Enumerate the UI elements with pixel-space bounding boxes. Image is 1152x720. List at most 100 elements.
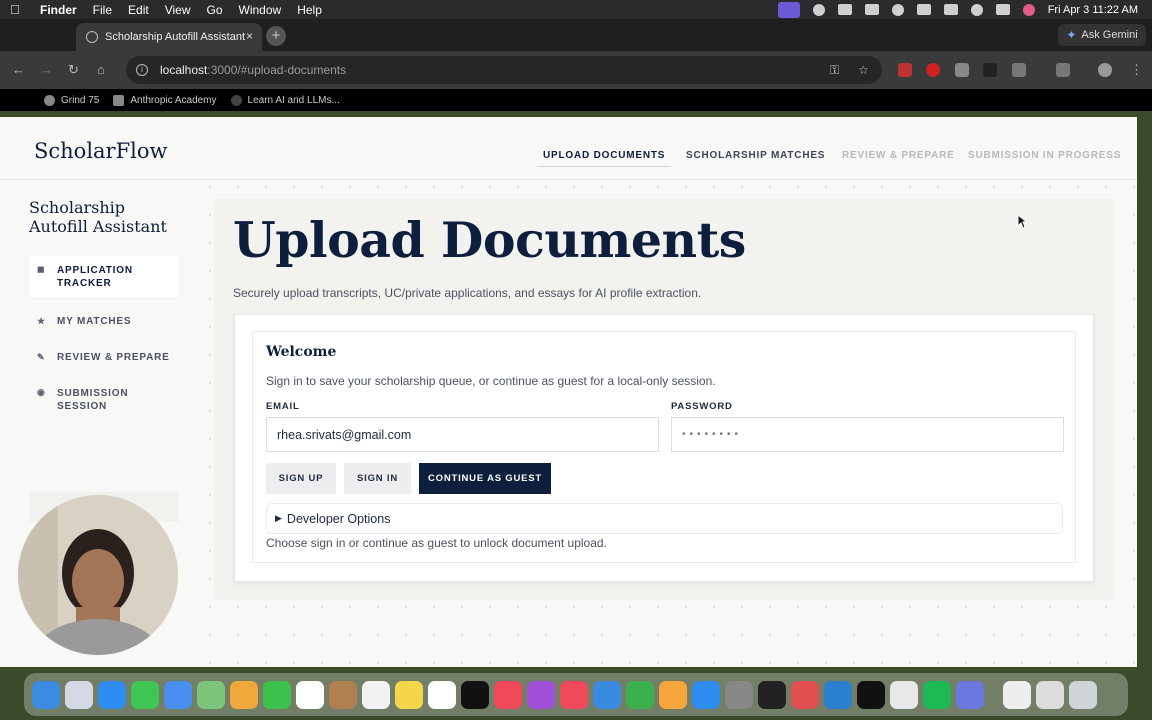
menubar-view[interactable]: View xyxy=(165,3,191,17)
address-bar[interactable]: i localhost:3000/#upload-documents ⚿ ☆ xyxy=(126,56,882,84)
nav-review-prepare[interactable]: REVIEW & PREPARE xyxy=(842,150,955,161)
apple-menu-icon[interactable]:  xyxy=(10,2,24,17)
password-key-icon[interactable]: ⚿ xyxy=(830,63,839,78)
sidebar-item-submission-session[interactable]: ◉ SUBMISSION SESSION xyxy=(29,379,179,421)
cloud-icon[interactable] xyxy=(837,4,852,15)
new-tab-button[interactable]: + xyxy=(266,26,286,46)
menubar-edit[interactable]: Edit xyxy=(128,3,149,17)
ask-gemini-label: Ask Gemini xyxy=(1081,29,1138,41)
keynote-dock-icon[interactable] xyxy=(593,680,621,709)
facetime-dock-icon[interactable] xyxy=(263,680,291,709)
menubar-window[interactable]: Window xyxy=(239,3,282,17)
developer-options-toggle[interactable]: ▶ Developer Options xyxy=(266,503,1063,534)
sidebar-item-label: REVIEW & PREPARE xyxy=(57,352,170,363)
home-icon[interactable]: ⌂ xyxy=(97,62,105,77)
chrome-dock-icon[interactable] xyxy=(890,680,918,709)
downloads-stack-dock-icon[interactable] xyxy=(1036,680,1064,709)
app-store-dock-icon[interactable] xyxy=(692,680,720,709)
battery-icon[interactable] xyxy=(916,4,931,15)
contacts-dock-icon[interactable] xyxy=(329,680,357,709)
bookmark-grind75[interactable]: Grind 75 xyxy=(44,94,99,106)
terminal-dock-icon[interactable] xyxy=(857,680,885,709)
system-settings-dock-icon[interactable] xyxy=(725,680,753,709)
nav-submission-in-progress[interactable]: SUBMISSION IN PROGRESS xyxy=(968,150,1121,161)
podcasts-dock-icon[interactable] xyxy=(527,680,555,709)
discord-dock-icon[interactable] xyxy=(956,680,984,709)
nav-upload-documents[interactable]: UPLOAD DOCUMENTS xyxy=(536,150,672,167)
finder-dock-icon[interactable] xyxy=(32,680,60,709)
sidebar-item-my-matches[interactable]: ★ MY MATCHES xyxy=(29,308,179,335)
freeform-dock-icon[interactable] xyxy=(428,680,456,709)
screen-recording-icon[interactable] xyxy=(777,1,800,18)
email-field[interactable]: rhea.srivats@gmail.com xyxy=(266,417,659,452)
back-arrow-icon[interactable]: ← xyxy=(12,62,25,77)
page-subtitle: Securely upload transcripts, UC/private … xyxy=(233,286,702,300)
wifi-icon[interactable] xyxy=(943,4,958,15)
menubar-app-name[interactable]: Finder xyxy=(40,3,77,17)
sidebar-item-application-tracker[interactable]: ◼ APPLICATION TRACKER xyxy=(29,256,179,298)
bookmark-learn-ai[interactable]: Learn AI and LLMs... xyxy=(230,94,340,106)
menubar-help[interactable]: Help xyxy=(297,3,322,17)
control-center-icon[interactable] xyxy=(995,4,1010,15)
menubar-clock[interactable]: Fri Apr 3 11:22 AM xyxy=(1048,4,1138,16)
browser-toolbar: ← → ↻ ⌂ i localhost:3000/#upload-documen… xyxy=(0,51,1152,89)
music-dock-icon[interactable] xyxy=(494,680,522,709)
menubar-file[interactable]: File xyxy=(93,3,112,17)
tab-search-icon[interactable] xyxy=(1056,63,1070,77)
extensions-puzzle-icon[interactable] xyxy=(1012,63,1026,77)
menubar-go[interactable]: Go xyxy=(207,3,223,17)
reminders-dock-icon[interactable] xyxy=(362,680,390,709)
extension-adblock-icon[interactable] xyxy=(926,63,940,77)
sidebar-item-label: MY MATCHES xyxy=(57,316,132,327)
bookmark-anthropic-academy[interactable]: Anthropic Academy xyxy=(113,94,217,106)
extension-tp-icon[interactable] xyxy=(898,63,912,77)
calendar-dock-icon[interactable] xyxy=(296,680,324,709)
sign-up-button[interactable]: SIGN UP xyxy=(266,463,336,494)
photos-dock-icon[interactable] xyxy=(230,680,258,709)
siri-icon[interactable] xyxy=(1022,3,1035,16)
forward-arrow-icon[interactable]: → xyxy=(40,62,53,77)
spotify-dock-icon[interactable] xyxy=(923,680,951,709)
kindle-dock-icon[interactable] xyxy=(758,680,786,709)
numbers-dock-icon[interactable] xyxy=(626,680,654,709)
maps-dock-icon[interactable] xyxy=(197,680,225,709)
bookmark-favicon-icon xyxy=(44,94,55,106)
sign-in-button[interactable]: SIGN IN xyxy=(344,463,411,494)
ask-gemini-button[interactable]: ✦ Ask Gemini xyxy=(1058,24,1146,46)
continue-as-guest-button[interactable]: CONTINUE AS GUEST xyxy=(419,463,551,494)
settings-gear-icon[interactable] xyxy=(812,3,825,16)
network-icon[interactable] xyxy=(864,4,879,15)
profile-avatar-icon[interactable] xyxy=(1098,63,1112,77)
password-field[interactable]: •••••••• xyxy=(671,417,1064,452)
browser-tab-active[interactable]: Scholarship Autofill Assistant × xyxy=(76,23,262,51)
extension-shield-icon[interactable] xyxy=(955,63,969,77)
documents-stack-dock-icon[interactable] xyxy=(1003,680,1031,709)
mail-dock-icon[interactable] xyxy=(164,680,192,709)
site-info-icon[interactable]: i xyxy=(136,64,148,76)
pdf-app-dock-icon[interactable] xyxy=(791,680,819,709)
messages-dock-icon[interactable] xyxy=(131,680,159,709)
pages-dock-icon[interactable] xyxy=(659,680,687,709)
extension-dark-icon[interactable] xyxy=(983,63,997,77)
tab-close-icon[interactable]: × xyxy=(246,29,253,43)
site-brand-logo[interactable]: ScholarFlow xyxy=(34,139,168,163)
play-icon[interactable] xyxy=(891,3,904,16)
notes-dock-icon[interactable] xyxy=(395,680,423,709)
apple-tv-dock-icon[interactable] xyxy=(461,680,489,709)
bookmark-star-icon[interactable]: ☆ xyxy=(858,63,869,77)
browser-menu-icon[interactable]: ⋮ xyxy=(1130,62,1143,78)
spotlight-search-icon[interactable] xyxy=(970,3,983,16)
trash-dock-icon[interactable] xyxy=(1069,680,1097,709)
reload-icon[interactable]: ↻ xyxy=(68,62,79,78)
webcam-person-image xyxy=(18,495,178,655)
star-icon: ★ xyxy=(37,316,46,326)
tracker-icon: ◼ xyxy=(37,264,46,274)
launchpad-dock-icon[interactable] xyxy=(65,680,93,709)
email-label: EMAIL xyxy=(266,401,300,412)
safari-dock-icon[interactable] xyxy=(98,680,126,709)
nav-scholarship-matches[interactable]: SCHOLARSHIP MATCHES xyxy=(686,150,825,161)
tab-title: Scholarship Autofill Assistant xyxy=(105,31,246,43)
sidebar-item-review-prepare[interactable]: ✎ REVIEW & PREPARE xyxy=(29,344,179,371)
news-dock-icon[interactable] xyxy=(560,680,588,709)
vscode-dock-icon[interactable] xyxy=(824,680,852,709)
